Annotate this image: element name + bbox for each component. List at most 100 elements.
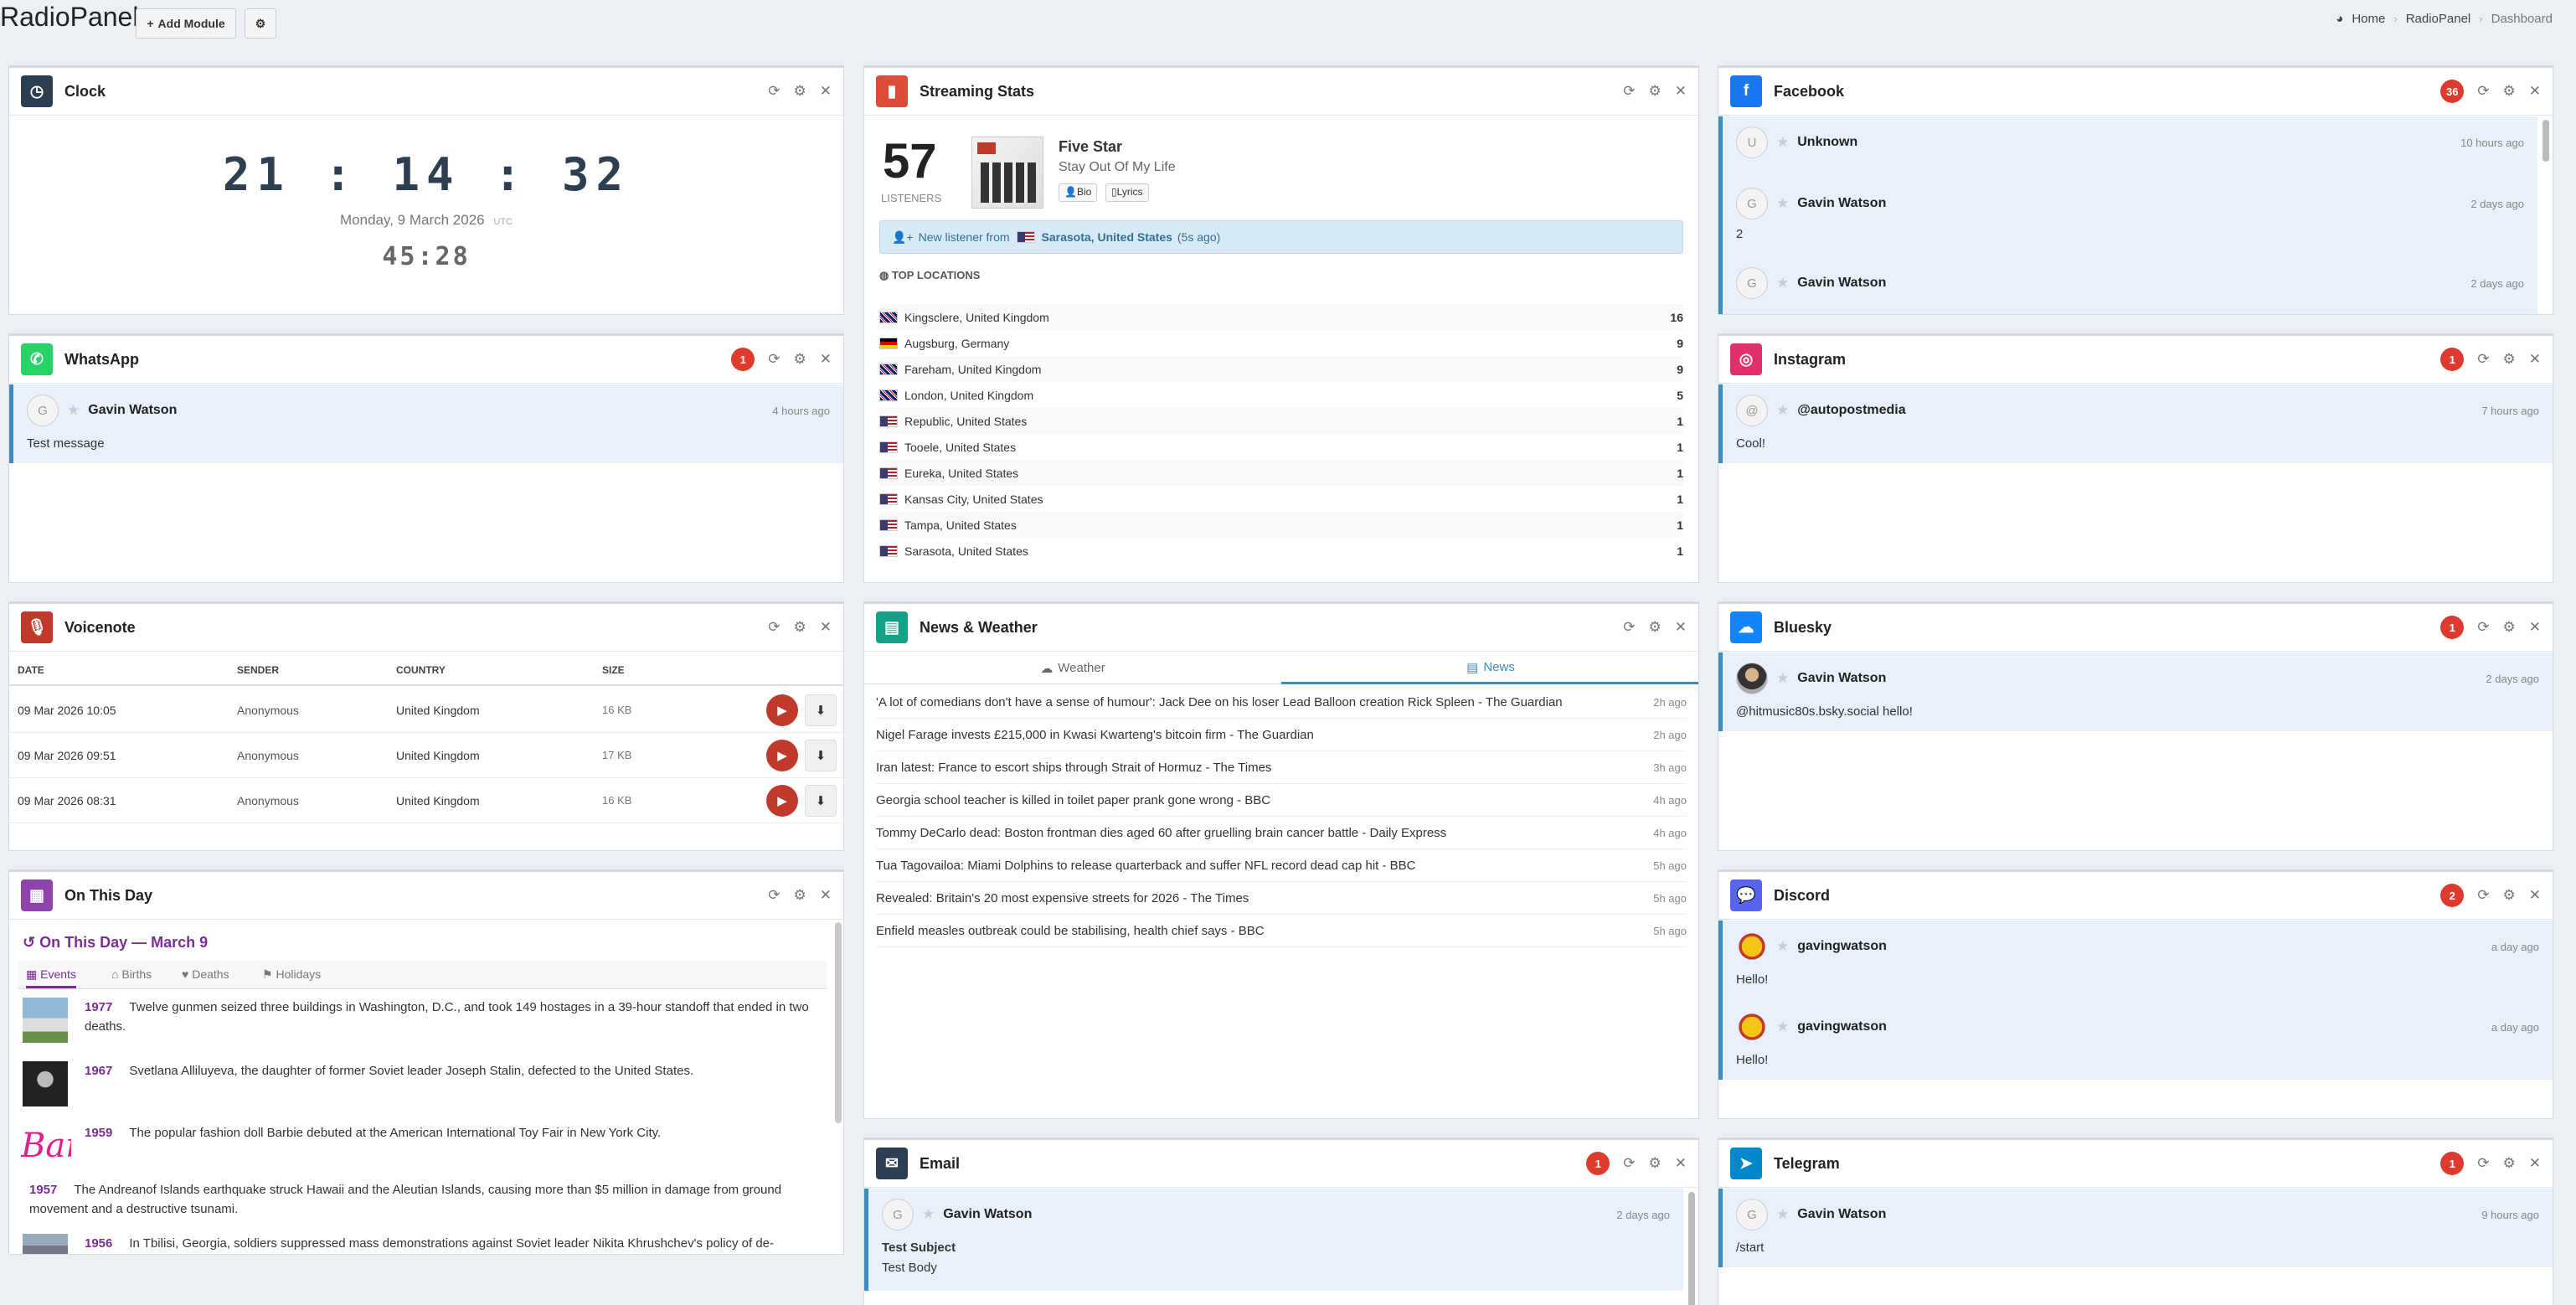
message-header[interactable]: G ★ Gavin Watson	[1736, 188, 1886, 219]
message-header[interactable]: G ★ Gavin Watson	[1736, 267, 1886, 299]
close-icon[interactable]: ✕	[820, 351, 832, 368]
star-icon[interactable]: ★	[1776, 670, 1789, 687]
news-headline[interactable]: 'A lot of comedians don't have a sense o…	[876, 695, 1563, 709]
tab-deaths[interactable]: ♥ Deaths	[182, 967, 229, 981]
gear-icon[interactable]: ⚙	[2503, 619, 2516, 636]
gear-icon[interactable]: ⚙	[2503, 83, 2516, 100]
refresh-icon[interactable]: ⟳	[2477, 83, 2489, 100]
message[interactable]: @ ★ @autopostmedia 7 hours ago Cool!	[1718, 384, 2553, 463]
close-icon[interactable]: ✕	[1675, 83, 1687, 100]
refresh-icon[interactable]: ⟳	[768, 83, 780, 100]
gear-icon[interactable]: ⚙	[2503, 1155, 2516, 1172]
refresh-icon[interactable]: ⟳	[768, 351, 780, 368]
tab-events[interactable]: ▦ Events	[26, 967, 76, 988]
message-time: 2 days ago	[2486, 673, 2539, 685]
tab-holidays[interactable]: ⚑ Holidays	[262, 967, 321, 982]
breadcrumb-home[interactable]: Home	[2352, 12, 2385, 26]
close-icon[interactable]: ✕	[2529, 1155, 2541, 1172]
panel-controls: 1 ⟳ ⚙ ✕	[2440, 604, 2541, 651]
tab-news[interactable]: ▤ News	[1281, 652, 1698, 684]
news-item[interactable]: Tua Tagovailoa: Miami Dolphins to releas…	[876, 849, 1687, 882]
gear-icon[interactable]: ⚙	[1649, 619, 1662, 636]
news-headline[interactable]: Enfield measles outbreak could be stabil…	[876, 924, 1265, 938]
close-icon[interactable]: ✕	[2529, 887, 2541, 904]
gear-icon[interactable]: ⚙	[2503, 351, 2516, 368]
news-headline[interactable]: Tommy DeCarlo dead: Boston frontman dies…	[876, 826, 1446, 840]
star-icon[interactable]: ★	[1776, 1206, 1789, 1223]
gear-icon[interactable]: ⚙	[794, 351, 806, 368]
star-icon[interactable]: ★	[1776, 402, 1789, 419]
building-icon: ⌂	[111, 967, 119, 981]
paper-plane-icon: ➤	[1730, 1148, 1762, 1179]
refresh-icon[interactable]: ⟳	[1623, 83, 1635, 100]
gear-icon[interactable]: ⚙	[794, 887, 806, 904]
news-headline[interactable]: Nigel Farage invests £215,000 in Kwasi K…	[876, 728, 1314, 742]
news-item[interactable]: Georgia school teacher is killed in toil…	[876, 784, 1687, 817]
location-name: Eureka, United States	[904, 466, 1019, 480]
event-year: 1957	[29, 1183, 58, 1197]
close-icon[interactable]: ✕	[820, 83, 832, 100]
star-icon[interactable]: ★	[1776, 275, 1789, 291]
message-header[interactable]: ★ gavingwatson	[1736, 1011, 1887, 1043]
news-item[interactable]: Nigel Farage invests £215,000 in Kwasi K…	[876, 719, 1687, 751]
gear-icon[interactable]: ⚙	[794, 83, 806, 100]
gear-icon[interactable]: ⚙	[1649, 1155, 1662, 1172]
download-button[interactable]: ⬇	[805, 784, 837, 817]
gear-icon[interactable]: ⚙	[1649, 83, 1662, 100]
refresh-icon[interactable]: ⟳	[2477, 351, 2489, 368]
gear-icon[interactable]: ⚙	[2503, 887, 2516, 904]
play-button[interactable]: ▶	[766, 739, 798, 771]
settings-button[interactable]: ⚙	[245, 8, 276, 39]
star-icon[interactable]: ★	[1776, 134, 1789, 151]
close-icon[interactable]: ✕	[1675, 1155, 1687, 1172]
tab-births[interactable]: ⌂ Births	[111, 967, 152, 981]
close-icon[interactable]: ✕	[820, 619, 832, 636]
close-icon[interactable]: ✕	[820, 887, 832, 904]
news-headline[interactable]: Tua Tagovailoa: Miami Dolphins to releas…	[876, 859, 1416, 873]
news-headline[interactable]: Georgia school teacher is killed in toil…	[876, 793, 1270, 807]
news-headline[interactable]: Revealed: Britain's 20 most expensive st…	[876, 891, 1249, 905]
close-icon[interactable]: ✕	[1675, 619, 1687, 636]
star-icon[interactable]: ★	[922, 1206, 935, 1223]
message[interactable]: G ★ Gavin Watson 2 days ago Test Subject…	[864, 1189, 1683, 1291]
scrollbar[interactable]	[1688, 1192, 1695, 1305]
lyrics-button[interactable]: ▯Lyrics	[1105, 183, 1149, 202]
close-icon[interactable]: ✕	[2529, 619, 2541, 636]
breadcrumb-app[interactable]: RadioPanel	[2406, 12, 2471, 26]
add-module-button[interactable]: + Add Module	[136, 8, 236, 39]
refresh-icon[interactable]: ⟳	[2477, 887, 2489, 904]
news-item[interactable]: 'A lot of comedians don't have a sense o…	[876, 686, 1687, 719]
download-button[interactable]: ⬇	[805, 739, 837, 771]
refresh-icon[interactable]: ⟳	[1623, 1155, 1635, 1172]
refresh-icon[interactable]: ⟳	[2477, 619, 2489, 636]
news-item[interactable]: Enfield measles outbreak could be stabil…	[876, 915, 1687, 947]
refresh-icon[interactable]: ⟳	[2477, 1155, 2489, 1172]
play-button[interactable]: ▶	[766, 784, 798, 817]
tab-weather[interactable]: ☁ Weather	[864, 652, 1281, 684]
news-item[interactable]: Iran latest: France to escort ships thro…	[876, 751, 1687, 784]
download-button[interactable]: ⬇	[805, 694, 837, 726]
refresh-icon[interactable]: ⟳	[768, 619, 780, 636]
bio-button[interactable]: 👤Bio	[1059, 183, 1098, 202]
scrollbar[interactable]	[2543, 120, 2549, 162]
refresh-icon[interactable]: ⟳	[1623, 619, 1635, 636]
message-header[interactable]: ★ gavingwatson	[1736, 931, 1887, 962]
star-icon[interactable]: ★	[1776, 1019, 1789, 1035]
location-name: Sarasota, United States	[904, 544, 1028, 558]
star-icon[interactable]: ★	[1776, 938, 1789, 955]
news-item[interactable]: Tommy DeCarlo dead: Boston frontman dies…	[876, 817, 1687, 849]
message-header[interactable]: U ★ Unknown	[1736, 126, 1857, 158]
message[interactable]: G ★ Gavin Watson 4 hours ago Test messag…	[9, 384, 843, 463]
star-icon[interactable]: ★	[67, 402, 80, 419]
star-icon[interactable]: ★	[1776, 195, 1789, 212]
play-button[interactable]: ▶	[766, 694, 798, 726]
gear-icon[interactable]: ⚙	[794, 619, 806, 636]
close-icon[interactable]: ✕	[2529, 351, 2541, 368]
news-item[interactable]: Revealed: Britain's 20 most expensive st…	[876, 882, 1687, 915]
news-headline[interactable]: Iran latest: France to escort ships thro…	[876, 761, 1271, 775]
message[interactable]: G ★ Gavin Watson 9 hours ago /start	[1718, 1189, 2553, 1267]
refresh-icon[interactable]: ⟳	[768, 887, 780, 904]
message[interactable]: ★ Gavin Watson 2 days ago @hitmusic80s.b…	[1718, 652, 2553, 731]
scrollbar[interactable]	[835, 922, 842, 1123]
close-icon[interactable]: ✕	[2529, 83, 2541, 100]
